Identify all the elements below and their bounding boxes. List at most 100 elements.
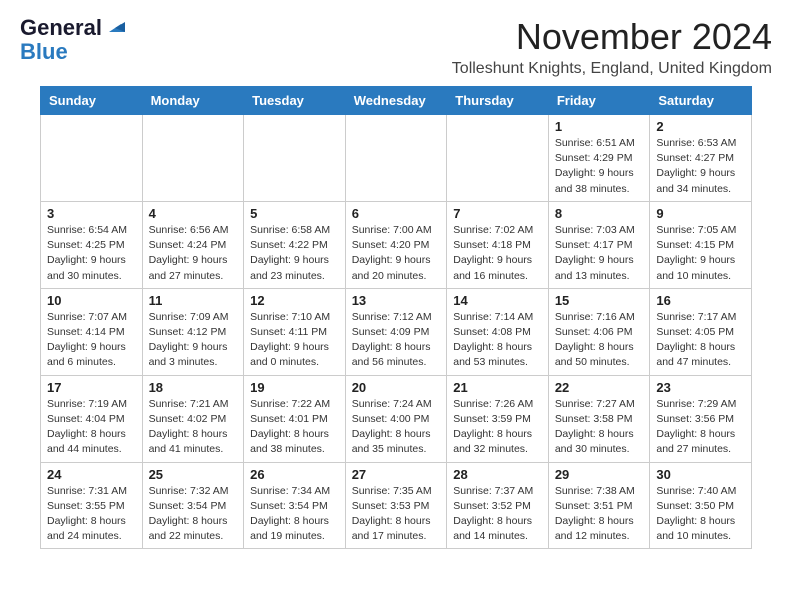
day-info: Sunrise: 7:38 AM Sunset: 3:51 PM Dayligh… xyxy=(555,484,644,545)
calendar-cell: 7 Sunrise: 7:02 AM Sunset: 4:18 PM Daylig… xyxy=(447,201,549,288)
calendar-cell: 15Sunrise: 7:16 AM Sunset: 4:06 PM Dayli… xyxy=(548,288,650,375)
calendar-container: SundayMondayTuesdayWednesdayThursdayFrid… xyxy=(0,86,792,565)
day-info: Sunrise: 7:17 AM Sunset: 4:05 PM Dayligh… xyxy=(656,310,745,371)
calendar-cell xyxy=(142,115,244,202)
day-number: 28 xyxy=(453,467,542,482)
calendar-cell: 5 Sunrise: 6:58 AM Sunset: 4:22 PM Daylig… xyxy=(244,201,346,288)
calendar-cell: 11 Sunrise: 7:09 AM Sunset: 4:12 PM Dayli… xyxy=(142,288,244,375)
weekday-header-friday: Friday xyxy=(548,87,650,115)
day-info: Sunrise: 7:35 AM Sunset: 3:53 PM Dayligh… xyxy=(352,484,441,545)
calendar-cell: 30Sunrise: 7:40 AM Sunset: 3:50 PM Dayli… xyxy=(650,462,752,549)
day-number: 2 xyxy=(656,119,745,134)
title-block: November 2024 Tolleshunt Knights, Englan… xyxy=(452,16,772,78)
page-header: General Blue November 2024 Tolleshunt Kn… xyxy=(0,0,792,86)
day-info: Sunrise: 7:22 AM Sunset: 4:01 PM Dayligh… xyxy=(250,397,339,458)
calendar-cell: 12 Sunrise: 7:10 AM Sunset: 4:11 PM Dayli… xyxy=(244,288,346,375)
day-info: Sunrise: 7:10 AM Sunset: 4:11 PM Dayligh… xyxy=(250,310,339,371)
day-info: Sunrise: 6:53 AM Sunset: 4:27 PM Dayligh… xyxy=(656,136,745,197)
calendar-cell: 25 Sunrise: 7:32 AM Sunset: 3:54 PM Dayli… xyxy=(142,462,244,549)
calendar-cell: 9 Sunrise: 7:05 AM Sunset: 4:15 PM Daylig… xyxy=(650,201,752,288)
day-number: 23 xyxy=(656,380,745,395)
month-title: November 2024 xyxy=(452,16,772,58)
calendar-cell: 24 Sunrise: 7:31 AM Sunset: 3:55 PM Dayli… xyxy=(41,462,143,549)
day-info: Sunrise: 7:07 AM Sunset: 4:14 PM Dayligh… xyxy=(47,310,136,371)
calendar-week-2: 3 Sunrise: 6:54 AM Sunset: 4:25 PM Daylig… xyxy=(41,201,752,288)
day-info: Sunrise: 7:34 AM Sunset: 3:54 PM Dayligh… xyxy=(250,484,339,545)
calendar-week-5: 24 Sunrise: 7:31 AM Sunset: 3:55 PM Dayli… xyxy=(41,462,752,549)
day-info: Sunrise: 7:09 AM Sunset: 4:12 PM Dayligh… xyxy=(149,310,238,371)
day-number: 20 xyxy=(352,380,441,395)
logo: General Blue xyxy=(20,16,125,64)
calendar-header-row: SundayMondayTuesdayWednesdayThursdayFrid… xyxy=(41,87,752,115)
location: Tolleshunt Knights, England, United King… xyxy=(452,60,772,78)
day-info: Sunrise: 6:54 AM Sunset: 4:25 PM Dayligh… xyxy=(47,223,136,284)
calendar-cell: 3 Sunrise: 6:54 AM Sunset: 4:25 PM Daylig… xyxy=(41,201,143,288)
day-info: Sunrise: 6:51 AM Sunset: 4:29 PM Dayligh… xyxy=(555,136,644,197)
day-info: Sunrise: 6:56 AM Sunset: 4:24 PM Dayligh… xyxy=(149,223,238,284)
day-number: 24 xyxy=(47,467,136,482)
calendar-cell: 28Sunrise: 7:37 AM Sunset: 3:52 PM Dayli… xyxy=(447,462,549,549)
day-number: 22 xyxy=(555,380,644,395)
day-info: Sunrise: 7:32 AM Sunset: 3:54 PM Dayligh… xyxy=(149,484,238,545)
day-info: Sunrise: 7:29 AM Sunset: 3:56 PM Dayligh… xyxy=(656,397,745,458)
calendar-cell: 19 Sunrise: 7:22 AM Sunset: 4:01 PM Dayli… xyxy=(244,375,346,462)
calendar-cell: 2 Sunrise: 6:53 AM Sunset: 4:27 PM Daylig… xyxy=(650,115,752,202)
calendar-cell: 23 Sunrise: 7:29 AM Sunset: 3:56 PM Dayli… xyxy=(650,375,752,462)
day-number: 26 xyxy=(250,467,339,482)
logo-general: General xyxy=(20,16,102,40)
day-number: 11 xyxy=(149,293,238,308)
day-number: 9 xyxy=(656,206,745,221)
weekday-header-saturday: Saturday xyxy=(650,87,752,115)
day-info: Sunrise: 7:26 AM Sunset: 3:59 PM Dayligh… xyxy=(453,397,542,458)
day-info: Sunrise: 7:05 AM Sunset: 4:15 PM Dayligh… xyxy=(656,223,745,284)
day-number: 14 xyxy=(453,293,542,308)
day-number: 17 xyxy=(47,380,136,395)
day-number: 1 xyxy=(555,119,644,134)
calendar-cell: 17 Sunrise: 7:19 AM Sunset: 4:04 PM Dayli… xyxy=(41,375,143,462)
day-number: 3 xyxy=(47,206,136,221)
calendar-week-4: 17 Sunrise: 7:19 AM Sunset: 4:04 PM Dayli… xyxy=(41,375,752,462)
calendar-cell: 4 Sunrise: 6:56 AM Sunset: 4:24 PM Daylig… xyxy=(142,201,244,288)
day-number: 19 xyxy=(250,380,339,395)
day-info: Sunrise: 7:14 AM Sunset: 4:08 PM Dayligh… xyxy=(453,310,542,371)
day-number: 10 xyxy=(47,293,136,308)
calendar-cell: 20 Sunrise: 7:24 AM Sunset: 4:00 PM Dayli… xyxy=(345,375,447,462)
day-info: Sunrise: 7:24 AM Sunset: 4:00 PM Dayligh… xyxy=(352,397,441,458)
calendar-table: SundayMondayTuesdayWednesdayThursdayFrid… xyxy=(40,86,752,549)
calendar-cell: 1 Sunrise: 6:51 AM Sunset: 4:29 PM Daylig… xyxy=(548,115,650,202)
calendar-cell: 21Sunrise: 7:26 AM Sunset: 3:59 PM Dayli… xyxy=(447,375,549,462)
calendar-cell: 27 Sunrise: 7:35 AM Sunset: 3:53 PM Dayli… xyxy=(345,462,447,549)
weekday-header-wednesday: Wednesday xyxy=(345,87,447,115)
day-info: Sunrise: 7:03 AM Sunset: 4:17 PM Dayligh… xyxy=(555,223,644,284)
calendar-cell: 29 Sunrise: 7:38 AM Sunset: 3:51 PM Dayli… xyxy=(548,462,650,549)
day-number: 25 xyxy=(149,467,238,482)
day-number: 4 xyxy=(149,206,238,221)
day-number: 12 xyxy=(250,293,339,308)
day-number: 7 xyxy=(453,206,542,221)
weekday-header-tuesday: Tuesday xyxy=(244,87,346,115)
day-info: Sunrise: 7:27 AM Sunset: 3:58 PM Dayligh… xyxy=(555,397,644,458)
calendar-cell xyxy=(345,115,447,202)
calendar-week-1: 1 Sunrise: 6:51 AM Sunset: 4:29 PM Daylig… xyxy=(41,115,752,202)
calendar-cell: 6Sunrise: 7:00 AM Sunset: 4:20 PM Daylig… xyxy=(345,201,447,288)
day-info: Sunrise: 6:58 AM Sunset: 4:22 PM Dayligh… xyxy=(250,223,339,284)
day-info: Sunrise: 7:31 AM Sunset: 3:55 PM Dayligh… xyxy=(47,484,136,545)
weekday-header-monday: Monday xyxy=(142,87,244,115)
day-number: 29 xyxy=(555,467,644,482)
calendar-cell: 18 Sunrise: 7:21 AM Sunset: 4:02 PM Dayli… xyxy=(142,375,244,462)
calendar-cell: 8Sunrise: 7:03 AM Sunset: 4:17 PM Daylig… xyxy=(548,201,650,288)
calendar-cell: 10 Sunrise: 7:07 AM Sunset: 4:14 PM Dayli… xyxy=(41,288,143,375)
day-info: Sunrise: 7:40 AM Sunset: 3:50 PM Dayligh… xyxy=(656,484,745,545)
logo-blue: Blue xyxy=(20,40,125,64)
day-number: 18 xyxy=(149,380,238,395)
day-info: Sunrise: 7:19 AM Sunset: 4:04 PM Dayligh… xyxy=(47,397,136,458)
weekday-header-sunday: Sunday xyxy=(41,87,143,115)
day-info: Sunrise: 7:02 AM Sunset: 4:18 PM Dayligh… xyxy=(453,223,542,284)
calendar-cell: 14 Sunrise: 7:14 AM Sunset: 4:08 PM Dayli… xyxy=(447,288,549,375)
day-number: 5 xyxy=(250,206,339,221)
day-info: Sunrise: 7:16 AM Sunset: 4:06 PM Dayligh… xyxy=(555,310,644,371)
day-info: Sunrise: 7:21 AM Sunset: 4:02 PM Dayligh… xyxy=(149,397,238,458)
day-info: Sunrise: 7:00 AM Sunset: 4:20 PM Dayligh… xyxy=(352,223,441,284)
calendar-cell: 26 Sunrise: 7:34 AM Sunset: 3:54 PM Dayli… xyxy=(244,462,346,549)
day-number: 27 xyxy=(352,467,441,482)
